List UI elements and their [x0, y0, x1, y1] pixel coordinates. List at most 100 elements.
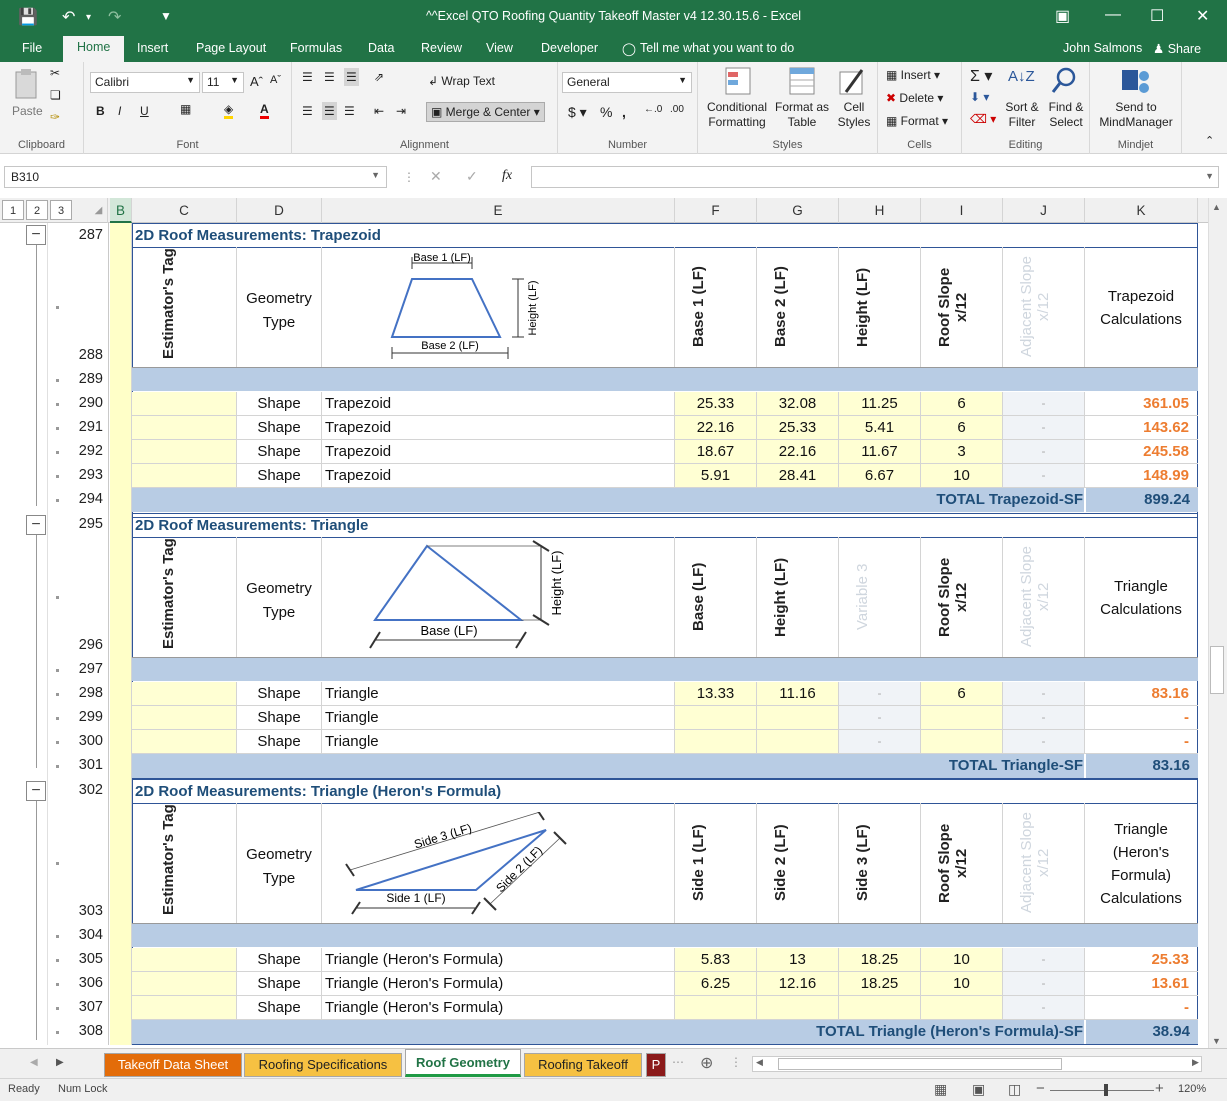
cell-geometry[interactable]: Shape	[237, 706, 321, 729]
share-button[interactable]: ♟ Share	[1153, 41, 1201, 56]
row-header[interactable]: 302	[48, 782, 108, 798]
page-layout-view-icon[interactable]: ▣	[972, 1081, 985, 1098]
tab-home[interactable]: Home	[63, 36, 125, 62]
cell-h[interactable]: -	[839, 682, 920, 705]
cell-j[interactable]: -	[1003, 416, 1084, 439]
cell-geometry[interactable]: Shape	[237, 682, 321, 705]
row-header[interactable]: 307	[48, 999, 108, 1015]
cell-h[interactable]: 6.67	[839, 464, 920, 487]
col-header-k[interactable]: K	[1085, 198, 1198, 223]
cell-h[interactable]	[839, 996, 920, 1019]
format-as-table-icon[interactable]	[788, 66, 816, 96]
cell-j[interactable]: -	[1003, 464, 1084, 487]
conditional-formatting-button[interactable]: Conditional Formatting	[698, 100, 776, 130]
cell-tag[interactable]	[132, 440, 236, 463]
cell-i[interactable]: 6	[921, 682, 1002, 705]
cell-j[interactable]: -	[1003, 730, 1084, 753]
align-top-icon[interactable]: ☰	[302, 70, 313, 84]
tab-view[interactable]: View	[486, 41, 513, 55]
italic-icon[interactable]: I	[118, 104, 121, 118]
cell-type[interactable]: Trapezoid	[322, 392, 674, 415]
tab-review[interactable]: Review	[421, 41, 462, 55]
cell-type[interactable]: Triangle	[322, 682, 674, 705]
cell-type[interactable]: Trapezoid	[322, 464, 674, 487]
cell-geometry[interactable]: Shape	[237, 996, 321, 1019]
cell-i[interactable]: 6	[921, 392, 1002, 415]
col-header-j[interactable]: J	[1003, 198, 1085, 223]
cell-j[interactable]: -	[1003, 706, 1084, 729]
increase-decimal-icon[interactable]: ←.0	[644, 104, 662, 115]
formula-bar-menu-icon[interactable]: ⋮	[403, 170, 415, 184]
paste-icon[interactable]	[12, 68, 42, 102]
autosum-icon[interactable]: Σ ▾	[970, 66, 992, 86]
row-header[interactable]: 306	[48, 975, 108, 991]
cell-tag[interactable]	[132, 730, 236, 753]
tab-insert[interactable]: Insert	[137, 41, 168, 55]
cell-f[interactable]: 6.25	[675, 972, 756, 995]
cell-calculation[interactable]: 148.99	[1085, 464, 1197, 487]
cell-tag[interactable]	[132, 972, 236, 995]
row-header[interactable]: 299	[48, 709, 108, 725]
tab-data[interactable]: Data	[368, 41, 394, 55]
format-painter-icon[interactable]: ✑	[50, 110, 60, 124]
collapse-group-button[interactable]: −	[26, 225, 46, 245]
vertical-scrollbar[interactable]	[1208, 198, 1227, 1048]
cell-g[interactable]: 22.16	[757, 440, 838, 463]
cell-calculation[interactable]: -	[1085, 996, 1197, 1019]
cell-h[interactable]: 18.25	[839, 972, 920, 995]
currency-icon[interactable]: $ ▾	[568, 104, 587, 121]
cell-calculation[interactable]: -	[1085, 706, 1197, 729]
cut-icon[interactable]: ✂	[50, 66, 60, 80]
cell-h[interactable]: -	[839, 706, 920, 729]
cell-type[interactable]: Trapezoid	[322, 416, 674, 439]
cell-h[interactable]: 11.67	[839, 440, 920, 463]
scroll-down-icon[interactable]: ▼	[1212, 1036, 1221, 1046]
minimize-icon[interactable]: —	[1105, 6, 1121, 24]
more-sheets-icon[interactable]: ⋯	[672, 1055, 684, 1069]
cell-h[interactable]: 18.25	[839, 948, 920, 971]
shrink-font-icon[interactable]: Aˇ	[270, 74, 281, 86]
row-header[interactable]: 288	[48, 347, 108, 363]
cell-j[interactable]: -	[1003, 972, 1084, 995]
fill-color-icon[interactable]: ◈	[224, 102, 234, 119]
tab-page-layout[interactable]: Page Layout	[196, 41, 266, 55]
send-to-mindmanager-button[interactable]: Send to MindManager	[1090, 100, 1182, 130]
cell-h[interactable]: 11.25	[839, 392, 920, 415]
row-header[interactable]: 292	[48, 443, 108, 459]
cell-g[interactable]: 12.16	[757, 972, 838, 995]
tab-file[interactable]: File	[22, 41, 42, 55]
cell-i[interactable]: 6	[921, 416, 1002, 439]
cell-f[interactable]: 5.91	[675, 464, 756, 487]
cell-g[interactable]: 11.16	[757, 682, 838, 705]
cell-type[interactable]: Triangle	[322, 730, 674, 753]
row-header[interactable]: 296	[48, 637, 108, 653]
cell-tag[interactable]	[132, 682, 236, 705]
decrease-indent-icon[interactable]: ⇤	[374, 104, 384, 118]
cell-calculation[interactable]: 143.62	[1085, 416, 1197, 439]
zoom-level[interactable]: 120%	[1178, 1083, 1206, 1095]
row-header[interactable]: 304	[48, 927, 108, 943]
close-icon[interactable]: ✕	[1196, 6, 1209, 26]
col-header-h[interactable]: H	[839, 198, 921, 223]
cell-f[interactable]	[675, 730, 756, 753]
cell-j[interactable]: -	[1003, 682, 1084, 705]
row-header[interactable]: 298	[48, 685, 108, 701]
zoom-out-icon[interactable]: −	[1036, 1080, 1045, 1097]
cell-geometry[interactable]: Shape	[237, 392, 321, 415]
row-header[interactable]: 293	[48, 467, 108, 483]
insert-function-icon[interactable]: fx	[502, 168, 512, 184]
sort-filter-button[interactable]: Sort & Filter	[1000, 100, 1044, 130]
increase-indent-icon[interactable]: ⇥	[396, 104, 406, 118]
row-header[interactable]: 297	[48, 661, 108, 677]
cell-styles-icon[interactable]	[838, 66, 866, 96]
cell-i[interactable]: 3	[921, 440, 1002, 463]
sheet-tab-takeoff-data[interactable]: Takeoff Data Sheet	[104, 1053, 242, 1077]
row-header[interactable]: 289	[48, 371, 108, 387]
row-header[interactable]: 294	[48, 491, 108, 507]
number-format-combo[interactable]: General ▼	[562, 72, 692, 93]
cell-i[interactable]	[921, 730, 1002, 753]
normal-view-icon[interactable]: ▦	[934, 1081, 947, 1098]
cell-tag[interactable]	[132, 416, 236, 439]
format-cells-button[interactable]: ▦ Format ▾	[886, 114, 948, 128]
cell-type[interactable]: Triangle (Heron's Formula)	[322, 972, 674, 995]
